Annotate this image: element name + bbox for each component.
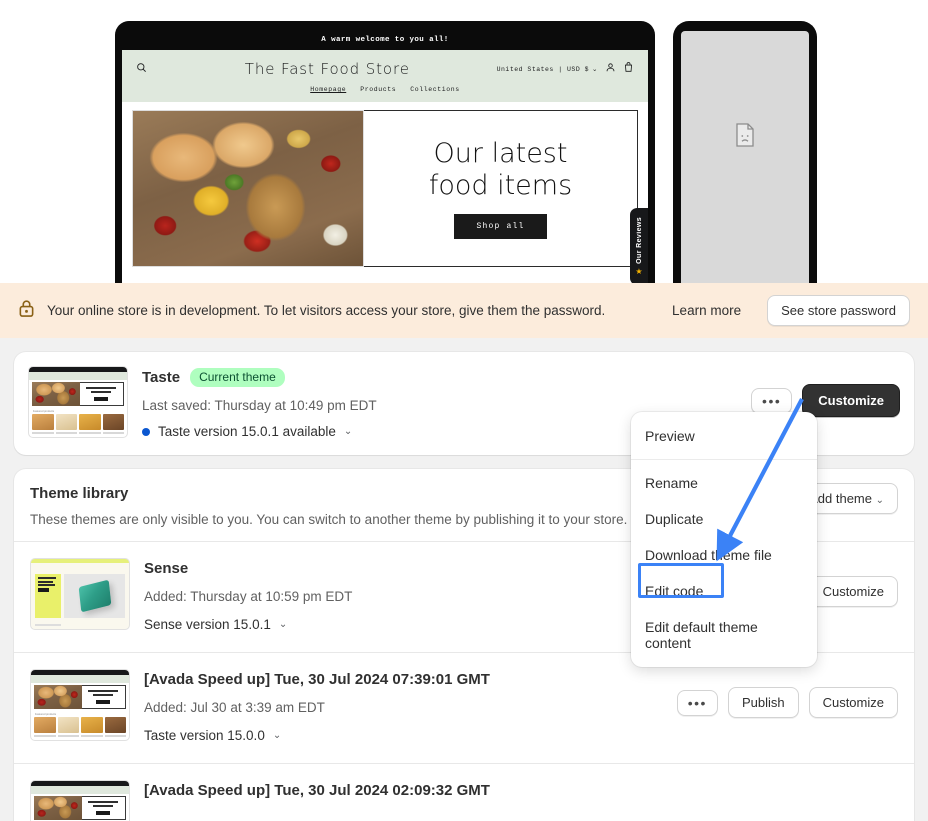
current-theme-name: Taste (142, 369, 181, 386)
learn-more-link[interactable]: Learn more (672, 303, 741, 318)
avada-1-theme-name: [Avada Speed up] Tue, 30 Jul 2024 07:39:… (144, 671, 490, 688)
sense-version-label: Sense version 15.0.1 (144, 617, 271, 632)
development-message: Your online store is in development. To … (47, 303, 606, 318)
theme-row-avada-1: Featured products [Avada Speed up] Tue, … (14, 653, 914, 763)
menu-divider (631, 459, 817, 460)
add-theme-label: Add theme (809, 491, 872, 506)
storefront-header: The Fast Food Store United States | USD … (122, 50, 648, 102)
avada-1-version-toggle[interactable]: Taste version 15.0.0 ⌄ (144, 728, 281, 743)
menu-item-edit-default-theme-content[interactable]: Edit default theme content (631, 609, 817, 661)
avada-1-publish-button[interactable]: Publish (727, 687, 799, 718)
hero-food-image (132, 110, 364, 267)
avada-2-meta: [Avada Speed up] Tue, 30 Jul 2024 02:09:… (144, 780, 898, 799)
update-available-dot (142, 427, 150, 436)
menu-item-rename[interactable]: Rename (631, 465, 817, 501)
development-banner: Your online store is in development. To … (0, 283, 928, 338)
sense-version-toggle[interactable]: Sense version 15.0.1 ⌄ (144, 617, 287, 632)
cart-icon[interactable] (623, 60, 634, 78)
current-theme-badge: Current theme (190, 368, 285, 387)
desktop-preview-screen: A warm welcome to you all! The Fast Food… (122, 30, 648, 283)
desktop-preview-frame[interactable]: A warm welcome to you all! The Fast Food… (115, 21, 655, 283)
current-theme-actions: ••• Customize (751, 366, 900, 417)
menu-item-edit-code[interactable]: Edit code (631, 573, 817, 609)
storefront-nav: Homepage Products Collections (136, 86, 634, 93)
theme-settings-page: A warm welcome to you all! The Fast Food… (0, 0, 928, 821)
hero-text-block: Our latest food items Shop all (364, 110, 638, 267)
avada-1-actions: ••• Publish Customize (676, 669, 898, 718)
storefront-title: The Fast Food Store (244, 60, 410, 78)
menu-item-download-theme-file[interactable]: Download theme file (631, 537, 817, 573)
menu-item-preview[interactable]: Preview (631, 418, 817, 454)
hero-heading-line1: Our latest (433, 137, 568, 169)
mobile-preview-frame[interactable] (673, 21, 817, 283)
current-theme-thumbnail: Featured products (28, 366, 128, 438)
theme-row-avada-2: [Avada Speed up] Tue, 30 Jul 2024 02:09:… (14, 764, 914, 821)
search-icon[interactable] (136, 60, 158, 78)
hero-section: Our latest food items Shop all (122, 102, 648, 267)
avada-1-meta: [Avada Speed up] Tue, 30 Jul 2024 07:39:… (144, 669, 663, 745)
our-reviews-label: Our Reviews (635, 217, 643, 264)
sense-customize-button[interactable]: Customize (808, 576, 898, 607)
nav-item-collections[interactable]: Collections (410, 86, 460, 93)
avada-1-customize-button[interactable]: Customize (808, 687, 898, 718)
shop-all-button[interactable]: Shop all (454, 214, 547, 240)
chevron-down-icon: ⌄ (278, 619, 288, 630)
current-theme-version-label: Taste version 15.0.1 available (158, 424, 336, 439)
avada-1-added-date: Added: Jul 30 at 3:39 am EDT (144, 700, 325, 715)
chevron-down-icon: ⌄ (875, 495, 884, 506)
menu-item-duplicate[interactable]: Duplicate (631, 501, 817, 537)
chevron-down-icon: ⌄ (592, 66, 598, 73)
chevron-down-icon: ⌄ (272, 730, 282, 741)
store-preview-strip: A warm welcome to you all! The Fast Food… (0, 0, 928, 283)
avada-2-theme-name: [Avada Speed up] Tue, 30 Jul 2024 02:09:… (144, 782, 490, 799)
avada-1-more-button[interactable]: ••• (676, 689, 718, 716)
avada-1-version-label: Taste version 15.0.0 (144, 728, 265, 743)
nav-item-products[interactable]: Products (360, 86, 396, 93)
sense-thumbnail (30, 558, 130, 630)
more-dots-icon: ••• (687, 694, 707, 711)
mobile-preview-screen (681, 31, 809, 283)
avada-1-thumbnail: Featured products (30, 669, 130, 741)
chevron-down-icon: ⌄ (343, 426, 353, 437)
nav-item-homepage[interactable]: Homepage (310, 86, 346, 93)
avada-2-thumbnail (30, 780, 130, 821)
hero-heading-line2: food items (428, 169, 573, 201)
our-reviews-tab[interactable]: Our Reviews ★ (630, 208, 648, 283)
theme-context-menu: Preview Rename Duplicate Download theme … (631, 412, 817, 667)
lock-icon (18, 299, 35, 323)
sense-actions: Customize (808, 558, 898, 607)
more-dots-icon: ••• (762, 392, 782, 409)
current-theme-more-button[interactable]: ••• (751, 387, 793, 414)
broken-image-icon (735, 122, 755, 152)
announcement-bar: A warm welcome to you all! (122, 30, 648, 50)
current-theme-customize-button[interactable]: Customize (802, 384, 900, 417)
star-icon: ★ (635, 266, 643, 276)
current-theme-last-saved: Last saved: Thursday at 10:49 pm EDT (142, 398, 377, 413)
locale-selector[interactable]: United States | USD $ ⌄ (496, 65, 598, 74)
account-icon[interactable] (605, 60, 616, 78)
see-store-password-button[interactable]: See store password (767, 295, 910, 326)
locale-label: United States | USD $ (496, 65, 590, 73)
